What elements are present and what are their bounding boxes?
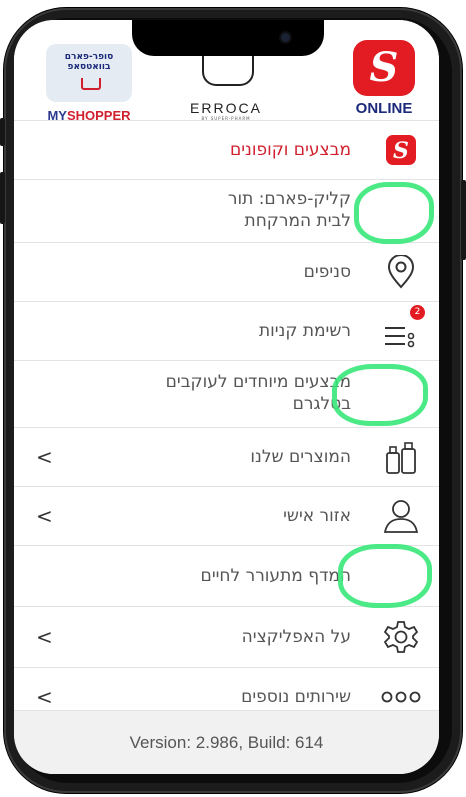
menu-item-label: סניפים	[303, 262, 351, 282]
cart-icon	[81, 78, 101, 90]
user-icon	[381, 496, 421, 536]
shopping-list-icon: 2	[381, 305, 425, 353]
menu-item-telegram-deals[interactable]: מבצעים מיוחדים לעוקבים בטלגרם	[14, 360, 439, 427]
menu-item-label: שירותים נוספים	[241, 687, 351, 707]
myshopper-hebrew: סופר-פארם בוואטסאפ	[46, 52, 132, 72]
chevron-left-icon: <	[36, 625, 53, 649]
chevron-left-icon: <	[36, 685, 53, 709]
side-button	[461, 180, 466, 260]
version-text: Version: 2.986, Build: 614	[129, 733, 324, 752]
menu-item-label: המדף מתעורר לחיים	[200, 566, 351, 586]
side-button	[0, 172, 5, 224]
myshopper-hebrew-line2: בוואטסאפ	[67, 62, 111, 72]
online-wordmark: ONLINE	[355, 100, 413, 117]
app-screen: סופר-פארם בוואטסאפ MYSHOPPER ERROCA BY S…	[14, 20, 439, 774]
menu-item-label: מבצעים וקופונים	[229, 140, 351, 160]
menu-item-about-app[interactable]: על האפליקציה <	[14, 606, 439, 667]
menu-item-label: מבצעים מיוחדים לעוקבים בטלגרם	[165, 372, 351, 414]
camera-icon	[281, 33, 290, 42]
side-button	[0, 118, 5, 146]
online-logo[interactable]: S ONLINE	[345, 40, 423, 122]
menu-item-shopping-list[interactable]: 2 רשימת קניות	[14, 301, 439, 360]
menu-item-label: רשימת קניות	[258, 321, 351, 341]
menu-item-branches[interactable]: סניפים	[14, 242, 439, 301]
menu-item-our-products[interactable]: המוצרים שלנו <	[14, 427, 439, 486]
svg-text:S: S	[393, 138, 409, 164]
myshopper-card: סופר-פארם בוואטסאפ	[46, 44, 132, 102]
menu-item-click-pharm[interactable]: קליק-פארם: תור לבית המרקחת	[14, 179, 439, 242]
menu-item-personal-area[interactable]: אזור אישי <	[14, 486, 439, 545]
version-footer: Version: 2.986, Build: 614	[14, 710, 439, 774]
menu-item-shelf-alive[interactable]: המדף מתעורר לחיים	[14, 545, 439, 606]
chevron-left-icon: <	[36, 445, 53, 469]
super-pharm-logo-icon: S	[381, 130, 421, 170]
myshopper-logo[interactable]: סופר-פארם בוואטסאפ MYSHOPPER	[34, 44, 144, 124]
side-menu: S מבצעים וקופונים קליק-פארם: תור לבית המ…	[14, 120, 439, 726]
super-pharm-logo-icon: S	[353, 40, 415, 96]
menu-item-label: קליק-פארם: תור לבית המרקחת	[227, 189, 351, 231]
products-bottles-icon	[381, 437, 421, 477]
location-pin-icon	[381, 252, 421, 292]
menu-item-deals[interactable]: S מבצעים וקופונים	[14, 120, 439, 179]
myshopper-hebrew-line1: סופר-פארם	[64, 52, 114, 62]
chevron-left-icon: <	[36, 504, 53, 528]
menu-item-label: המוצרים שלנו	[250, 447, 351, 467]
phone-notch	[132, 20, 324, 56]
erroca-wordmark: ERROCA	[190, 100, 262, 116]
menu-item-label: על האפליקציה	[241, 627, 351, 647]
notification-badge: 2	[410, 305, 425, 320]
erroca-logo[interactable]: ERROCA BY SUPER-PHARM	[176, 50, 276, 121]
gear-icon	[381, 617, 421, 657]
menu-item-label: אזור אישי	[283, 506, 351, 526]
